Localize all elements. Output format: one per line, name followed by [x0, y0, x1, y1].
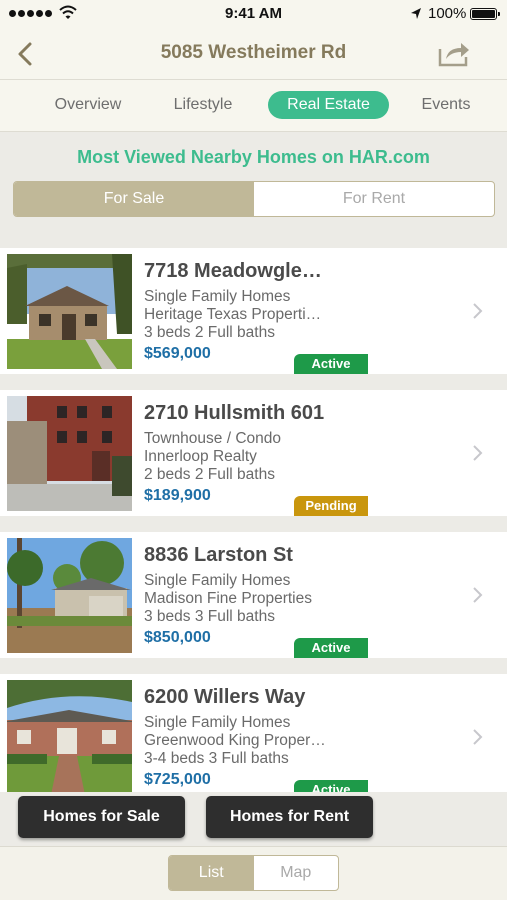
map-view-segment[interactable]: Map — [254, 856, 339, 890]
listing-row[interactable]: 8836 Larston St Single Family Homes Madi… — [0, 532, 507, 658]
listing-price: $725,000 — [144, 771, 211, 788]
listing-price: $189,900 — [144, 487, 211, 504]
list-map-toggle: List Map — [168, 855, 339, 891]
chevron-right-icon — [473, 303, 483, 319]
homes-for-rent-button[interactable]: Homes for Rent — [206, 796, 373, 838]
section-headline: Most Viewed Nearby Homes on HAR.com — [77, 147, 430, 167]
listing-broker: Innerloop Realty — [144, 448, 257, 465]
navigation-bar: 5085 Westheimer Rd — [0, 28, 507, 80]
house-photo-image — [7, 538, 132, 653]
listing-broker: Madison Fine Properties — [144, 590, 312, 607]
tab-real-estate[interactable]: Real Estate — [268, 91, 389, 119]
house-photo-image — [7, 680, 132, 792]
for-sale-segment[interactable]: For Sale — [14, 182, 254, 216]
listing-row[interactable]: 2710 Hullsmith 601 Townhouse / Condo Inn… — [0, 390, 507, 516]
listing-broker: Greenwood King Proper… — [144, 732, 326, 749]
location-arrow-icon — [411, 8, 421, 19]
bottom-toolbar: List Map — [0, 846, 507, 900]
battery-percent: 100% — [428, 5, 467, 22]
listing-photo — [7, 538, 132, 653]
listing-address: 6200 Willers Way — [144, 686, 306, 708]
status-bar: 9:41 AM 100% — [0, 0, 507, 28]
listing-price: $850,000 — [144, 629, 211, 646]
tab-overview[interactable]: Overview — [44, 91, 132, 119]
listing-row[interactable]: 6200 Willers Way Single Family Homes Gre… — [0, 674, 507, 792]
listing-row[interactable]: 7718 Meadowgle… Single Family Homes Heri… — [0, 248, 507, 374]
listing-beds-baths: 3-4 beds 3 Full baths — [144, 750, 289, 767]
house-photo-image — [7, 396, 132, 511]
share-icon[interactable] — [437, 39, 471, 67]
chevron-right-icon — [473, 445, 483, 461]
action-button-bar: Homes for Sale Homes for Rent — [0, 792, 507, 846]
listing-beds-baths: 2 beds 2 Full baths — [144, 466, 275, 483]
listing-address: 2710 Hullsmith 601 — [144, 402, 325, 424]
listing-photo — [7, 396, 132, 511]
chevron-right-icon — [473, 729, 483, 745]
sale-rent-toggle: For Sale For Rent — [13, 181, 495, 217]
listing-property-type: Single Family Homes — [144, 288, 291, 305]
status-badge: Pending — [294, 496, 368, 516]
battery-icon — [470, 8, 500, 20]
listing-photo — [7, 254, 132, 369]
tab-lifestyle[interactable]: Lifestyle — [162, 91, 244, 119]
page-title: 5085 Westheimer Rd — [160, 42, 347, 63]
listing-address: 8836 Larston St — [144, 544, 293, 566]
status-badge: Active — [294, 780, 368, 792]
listing-address: 7718 Meadowgle… — [144, 260, 322, 282]
listing-beds-baths: 3 beds 3 Full baths — [144, 608, 275, 625]
listing-property-type: Single Family Homes — [144, 572, 291, 589]
tab-events[interactable]: Events — [410, 91, 482, 119]
listing-property-type: Townhouse / Condo — [144, 430, 282, 447]
status-badge: Active — [294, 354, 368, 374]
status-badge: Active — [294, 638, 368, 658]
house-photo-image — [7, 254, 132, 369]
listing-beds-baths: 3 beds 2 Full baths — [144, 324, 275, 341]
listing-broker: Heritage Texas Properti… — [144, 306, 322, 323]
chevron-right-icon — [473, 587, 483, 603]
list-view-segment[interactable]: List — [169, 856, 254, 890]
listing-property-type: Single Family Homes — [144, 714, 291, 731]
section-tabs: Overview Lifestyle Real Estate Events — [0, 80, 507, 132]
listings-list[interactable]: 7718 Meadowgle… Single Family Homes Heri… — [0, 248, 507, 792]
listing-photo — [7, 680, 132, 792]
homes-for-sale-button[interactable]: Homes for Sale — [18, 796, 185, 838]
for-rent-segment[interactable]: For Rent — [254, 182, 494, 216]
listing-price: $569,000 — [144, 345, 211, 362]
